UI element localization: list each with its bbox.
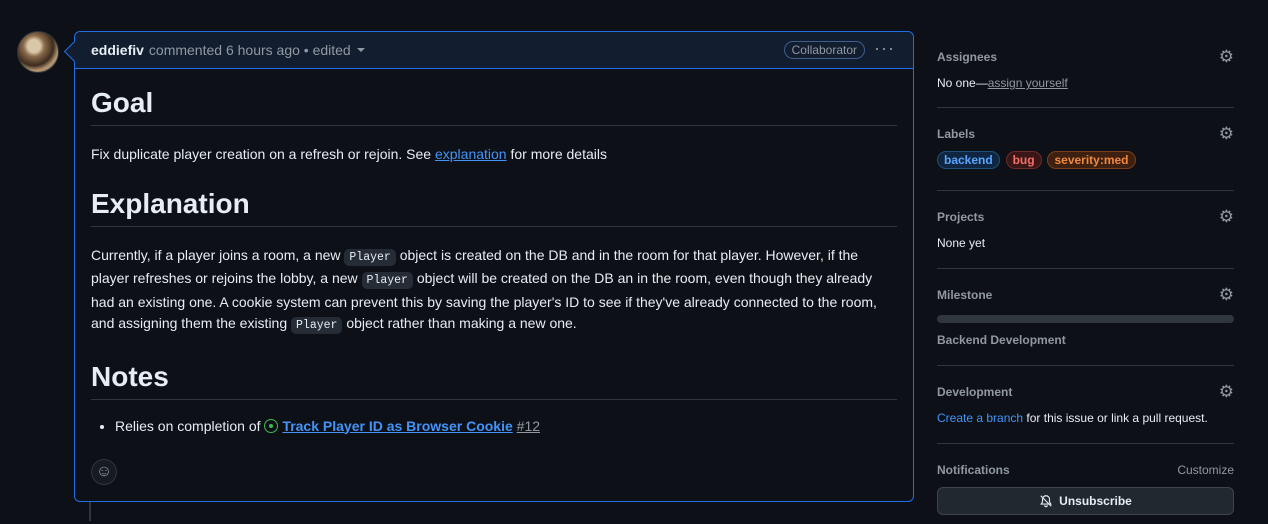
timeline-line [89,500,91,521]
add-reaction-smiley-icon[interactable]: ☺ [91,459,117,485]
goal-paragraph: Fix duplicate player creation on a refre… [91,144,897,166]
more-options-icon[interactable]: ··· [874,39,895,57]
development-text: Create a branch for this issue or link a… [937,411,1208,425]
notifications-title: Notifications [937,463,1010,477]
collaborator-badge: Collaborator [783,41,865,59]
projects-section: Projects ⚙ None yet [937,191,1234,269]
assign-yourself-link[interactable]: assign yourself [988,76,1068,90]
development-gear-icon[interactable]: ⚙ [1219,383,1234,400]
assignees-none: No one— [937,76,988,90]
explanation-link[interactable]: explanation [435,146,507,162]
comment-body: Goal Fix duplicate player creation on a … [75,87,913,434]
issue-sidebar: Assignees ⚙ No one—assign yourself Label… [937,31,1234,524]
notes-list: Relies on completion of Track Player ID … [91,418,897,434]
list-item: Relies on completion of Track Player ID … [115,418,897,434]
comment-box: eddiefiv commented 6 hours ago • edited … [74,31,914,502]
bell-slash-icon [1040,495,1052,508]
notifications-section: Notifications Customize Unsubscribe [937,444,1234,524]
author-avatar[interactable] [17,31,59,73]
comment-author[interactable]: eddiefiv [91,42,144,58]
note-text: Relies on completion of [115,417,265,434]
expl-text: Currently, if a player joins a room, a n… [91,246,345,263]
label-severity-med[interactable]: severity:med [1047,151,1136,169]
projects-gear-icon[interactable]: ⚙ [1219,208,1234,225]
projects-title: Projects [937,210,985,224]
code-player: Player [344,248,396,266]
labels-list: backend bug severity:med [937,151,1138,169]
milestone-section: Milestone ⚙ Backend Development [937,269,1234,366]
labels-gear-icon[interactable]: ⚙ [1219,125,1234,142]
heading-explanation: Explanation [91,188,897,227]
comment-header: eddiefiv commented 6 hours ago • edited … [75,32,913,69]
label-bug[interactable]: bug [1005,151,1042,169]
assignees-title: Assignees [937,50,998,64]
linked-issue-number[interactable]: #12 [517,418,540,434]
linked-issue-link[interactable]: Track Player ID as Browser Cookie [282,418,512,434]
heading-goal: Goal [91,87,897,126]
edit-history-caret-icon[interactable] [356,48,365,52]
code-player: Player [361,272,413,289]
comment-meta[interactable]: commented 6 hours ago • edited [149,42,351,58]
customize-link[interactable]: Customize [1177,463,1234,477]
milestone-gear-icon[interactable]: ⚙ [1219,286,1234,303]
assignees-section: Assignees ⚙ No one—assign yourself [937,31,1234,108]
milestone-progress-bar [937,315,1234,323]
projects-value: None yet [937,236,986,250]
labels-title: Labels [937,127,976,141]
milestone-name[interactable]: Backend Development [937,333,1066,347]
goal-text: Fix duplicate player creation on a refre… [91,146,435,162]
development-desc: for this issue or link a pull request. [1023,411,1208,425]
unsubscribe-button[interactable]: Unsubscribe [937,487,1234,515]
heading-notes: Notes [91,361,897,400]
goal-text-after: for more details [506,146,607,162]
create-branch-link[interactable]: Create a branch [937,411,1023,425]
assignees-gear-icon[interactable]: ⚙ [1219,48,1234,65]
code-player: Player [291,317,343,334]
development-section: Development ⚙ Create a branch for this i… [937,366,1234,444]
explanation-paragraph: Currently, if a player joins a room, a n… [91,245,897,337]
issue-open-icon [264,418,279,433]
development-title: Development [937,385,1013,399]
expl-text: object rather than making a new one. [342,315,577,331]
unsubscribe-label: Unsubscribe [1059,494,1132,508]
labels-section: Labels ⚙ backend bug severity:med [937,108,1234,191]
assignees-value: No one—assign yourself [937,76,1068,90]
milestone-title: Milestone [937,288,993,302]
label-backend[interactable]: backend [937,151,1000,169]
